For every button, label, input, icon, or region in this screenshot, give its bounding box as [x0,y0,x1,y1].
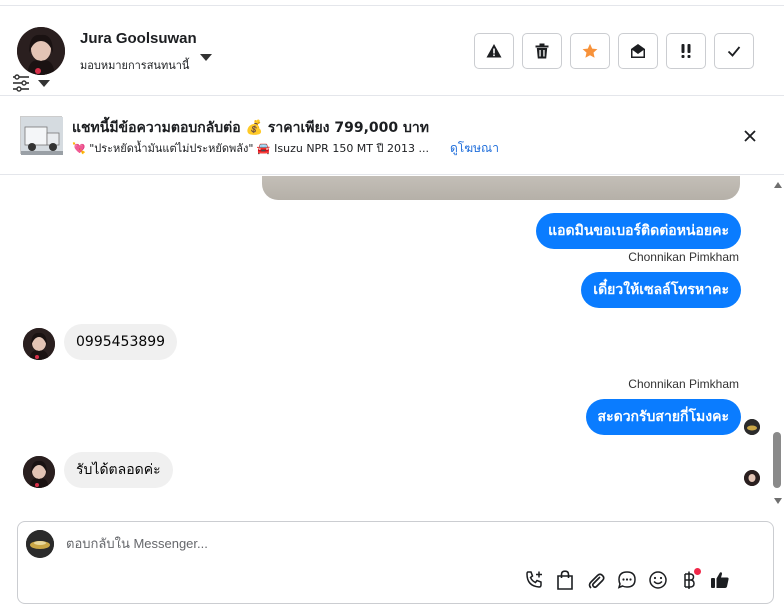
close-ad-icon[interactable] [740,126,760,146]
mark-unread-button[interactable] [618,33,658,69]
follow-up-button[interactable] [666,33,706,69]
seen-by-contact-avatar [744,470,760,486]
outgoing-message[interactable]: แอดมินขอเบอร์ติดต่อหน่อยคะ [536,213,741,249]
ad-context-banner: แชทนี้มีข้อความตอบกลับต่อ 💰 ราคาเพียง 79… [0,97,784,175]
scrollbar-thumb[interactable] [773,432,781,488]
star-icon [582,43,598,58]
ad-thumbnail[interactable] [20,116,63,155]
message-thread[interactable]: แอดมินขอเบอร์ติดต่อหน่อยคะ Chonnikan Pim… [0,176,770,514]
outgoing-message[interactable]: สะดวกรับสายกี่โมงคะ [585,399,741,435]
saved-replies-button[interactable] [615,568,639,592]
sender-name: Chonnikan Pimkham [628,250,739,264]
incoming-message[interactable]: 0995453899 [64,324,178,360]
trash-icon [535,43,549,59]
call-add-button[interactable] [522,568,546,592]
outgoing-message[interactable]: เดี๋ยวให้เซลล์โทรหาคะ [581,272,741,308]
smiley-icon [649,571,667,589]
shop-button[interactable] [553,568,577,592]
payment-notification-dot [694,568,701,575]
filter-sliders-icon[interactable] [11,74,31,92]
conversation-actions [474,33,754,69]
scroll-up-arrow-icon[interactable] [774,182,782,188]
check-icon [727,46,741,57]
contact-name: Jura Goolsuwan [80,30,197,47]
assign-conversation-label[interactable]: มอบหมายการสนทนานี้ [80,56,189,74]
exclamation-icon [681,44,691,58]
contact-message-avatar[interactable] [23,328,55,360]
warning-icon [486,44,502,58]
emoji-button[interactable] [646,568,670,592]
contact-message-avatar[interactable] [23,456,55,488]
sender-name: Chonnikan Pimkham [628,377,739,391]
reply-input[interactable] [66,536,666,551]
view-ad-link[interactable]: ดูโฆษณา [450,139,499,158]
paperclip-icon [588,573,605,589]
phone-plus-icon [526,571,542,588]
like-button[interactable] [708,568,732,592]
contact-avatar[interactable] [17,27,65,75]
report-button[interactable] [474,33,514,69]
scroll-down-arrow-icon[interactable] [774,498,782,504]
filter-dropdown-icon[interactable] [38,80,50,87]
conversation-header: Jura Goolsuwan มอบหมายการสนทนานี้ [0,6,784,96]
shopping-bag-icon [557,570,573,590]
mark-done-button[interactable] [714,33,754,69]
seen-by-admin-avatar [744,419,760,435]
page-avatar [26,530,54,558]
payment-button[interactable] [677,568,701,592]
ad-title: แชทนี้มีข้อความตอบกลับต่อ 💰 ราคาเพียง 79… [72,120,430,136]
incoming-message[interactable]: รับได้ตลอดค่ะ [64,452,173,488]
attach-button[interactable] [584,568,608,592]
envelope-open-icon [631,44,645,58]
thread-scrollbar[interactable] [770,176,784,508]
chat-bubble-icon [617,571,636,589]
ad-subtitle: 💘 "ประหยัดน้ำมันแต่ไม่ประหยัดพลัง" 🚘 Isu… [72,142,429,155]
delete-button[interactable] [522,33,562,69]
composer-toolbar [522,568,732,592]
thumbs-up-icon [711,572,729,588]
reply-composer [17,521,774,604]
star-button[interactable] [570,33,610,69]
shared-media-preview[interactable] [262,176,740,200]
assign-dropdown-icon[interactable] [200,54,212,61]
